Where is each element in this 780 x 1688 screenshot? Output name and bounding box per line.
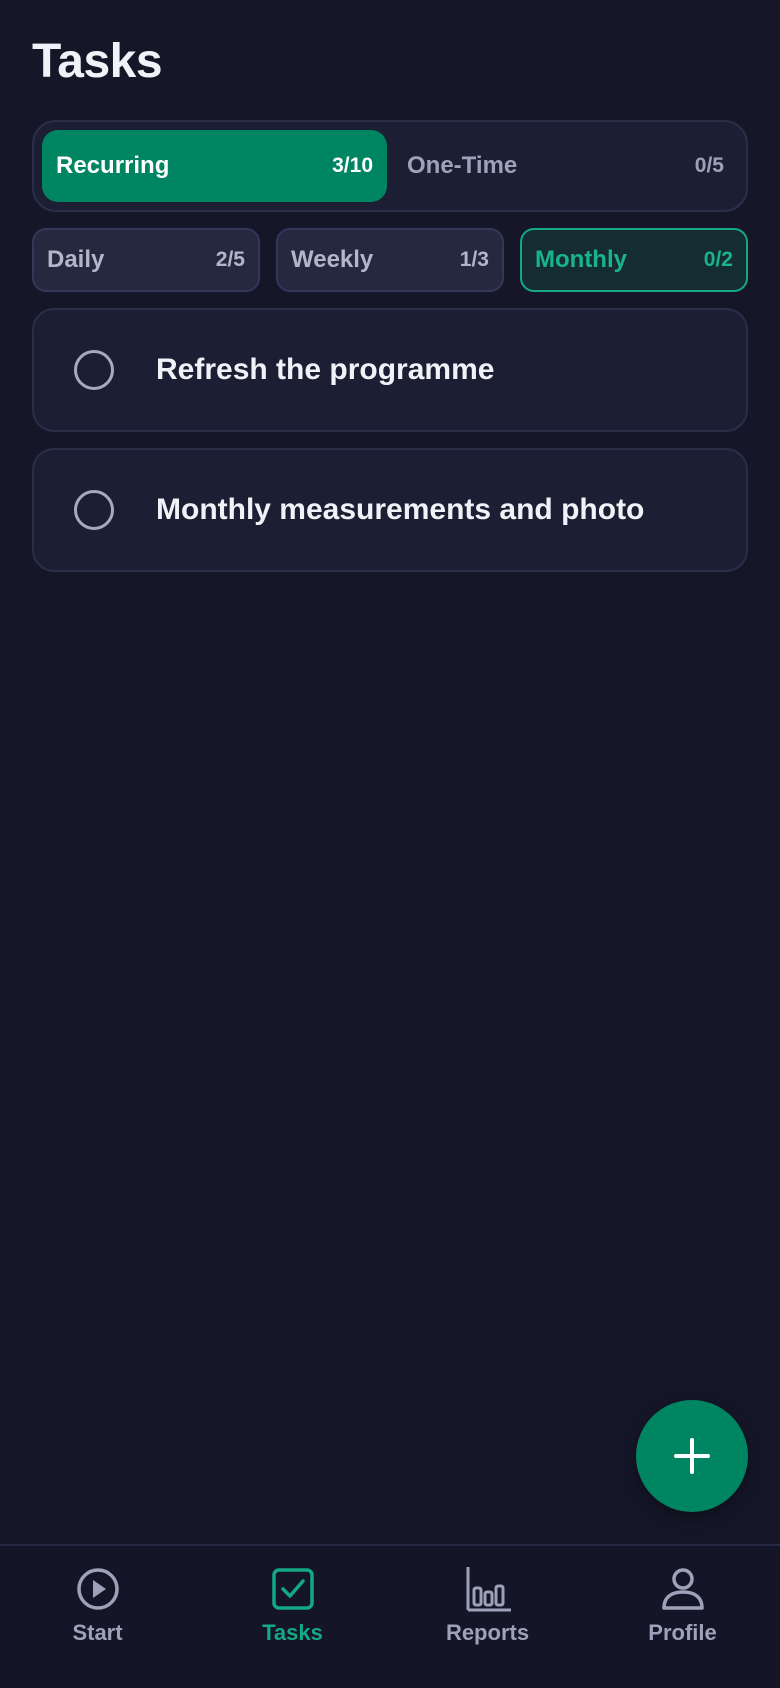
segment-one-time[interactable]: One-Time 0/5 [387,130,738,202]
nav-item-start[interactable]: Start [0,1546,195,1688]
user-icon [661,1568,704,1610]
nav-label: Tasks [262,1620,323,1645]
plus-icon [674,1438,710,1474]
task-checkbox[interactable] [74,350,114,390]
task-card[interactable]: Monthly measurements and photo [32,448,748,572]
segment-recurring[interactable]: Recurring 3/10 [42,130,387,202]
task-title: Refresh the programme [156,353,495,386]
nav-label: Profile [648,1620,717,1645]
task-card[interactable]: Refresh the programme [32,308,748,432]
period-chip-daily[interactable]: Daily 2/5 [32,228,260,292]
nav-label: Start [72,1620,123,1645]
chip-count: 1/3 [459,248,489,271]
bottom-nav: Start Tasks Reports Profile [0,1544,780,1688]
segment-label: Recurring [56,152,170,179]
segment-count: 0/5 [694,154,724,177]
nav-item-tasks[interactable]: Tasks [195,1546,390,1688]
nav-label: Reports [445,1620,530,1645]
page-title: Tasks [32,35,163,88]
task-type-segmented-control: Recurring 3/10 One-Time 0/5 [32,120,748,212]
chip-label: Monthly [535,246,627,273]
nav-item-profile[interactable]: Profile [585,1546,780,1688]
nav-item-reports[interactable]: Reports [390,1546,585,1688]
task-title: Monthly measurements and photo [156,493,645,526]
checkbox-icon [271,1568,314,1610]
chip-count: 0/2 [703,248,733,271]
chip-label: Daily [47,246,105,273]
period-filter: Daily 2/5 Weekly 1/3 Monthly 0/2 [32,228,748,292]
segment-count: 3/10 [332,154,373,177]
play-circle-icon [76,1568,119,1610]
segment-label: One-Time [407,152,518,179]
chip-count: 2/5 [215,248,245,271]
add-task-button[interactable] [636,1400,748,1512]
bar-chart-icon [466,1567,511,1612]
period-chip-weekly[interactable]: Weekly 1/3 [276,228,504,292]
task-checkbox[interactable] [74,490,114,530]
period-chip-monthly[interactable]: Monthly 0/2 [520,228,748,292]
tasks-screen: Tasks Recurring 3/10 One-Time 0/5 Daily … [0,0,780,1688]
chip-label: Weekly [291,246,374,273]
